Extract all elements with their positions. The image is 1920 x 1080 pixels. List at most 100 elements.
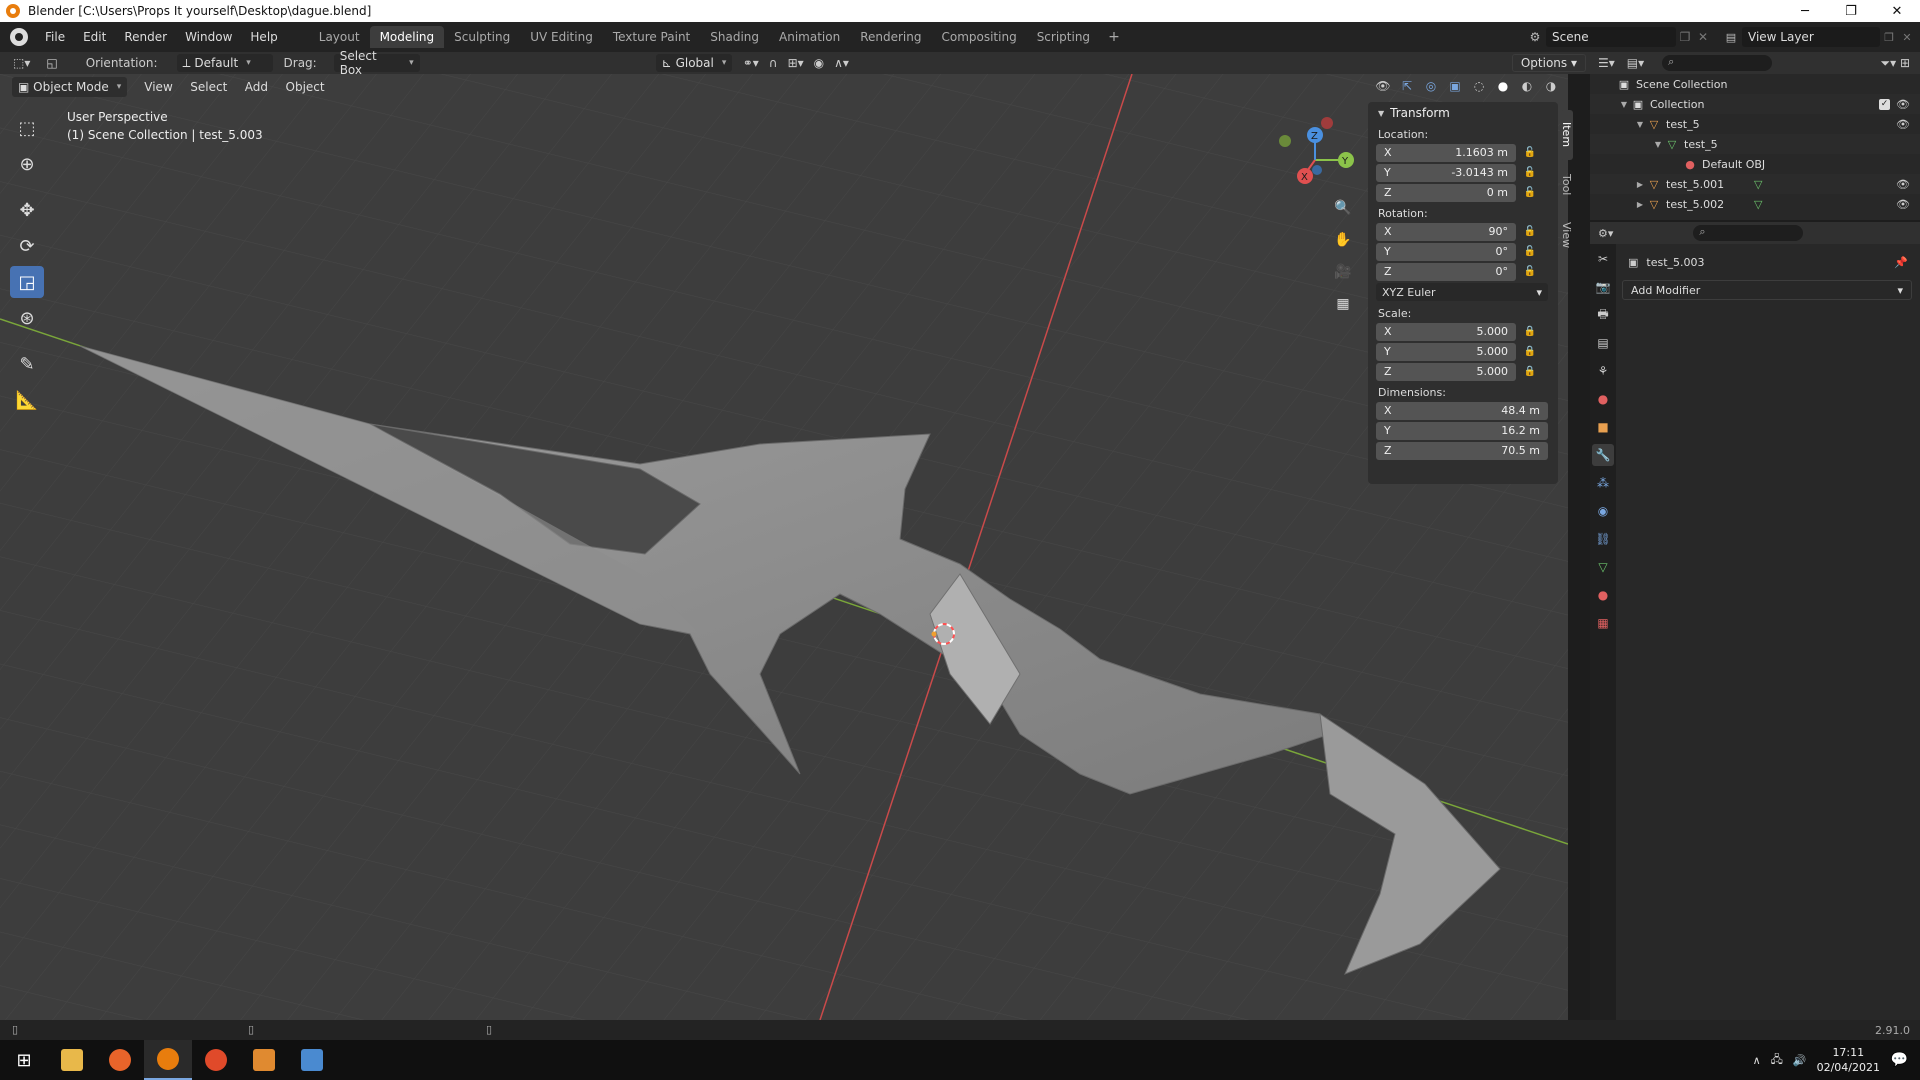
unlock-icon[interactable]: 🔓	[1516, 187, 1544, 198]
volume-icon[interactable]: 🔊	[1793, 1054, 1807, 1067]
tab-scripting[interactable]: Scripting	[1027, 26, 1100, 48]
pan-hand-icon[interactable]: ✋	[1330, 227, 1356, 253]
app-f-icon[interactable]	[240, 1040, 288, 1080]
proportional-edit-icon[interactable]: ◉	[809, 54, 829, 72]
gizmo-neg-x-icon[interactable]	[1321, 117, 1333, 129]
tab-texture-paint[interactable]: Texture Paint	[603, 26, 700, 48]
scene-remove-icon[interactable]: ✕	[1694, 30, 1712, 44]
select-box-tool-icon[interactable]: ⬚	[10, 112, 44, 144]
editor-type-icon[interactable]: ⚙▾	[1598, 227, 1613, 240]
scene-copy-icon[interactable]: ❐	[1676, 30, 1694, 44]
scene-selector[interactable]: ⚙ Scene ❐ ✕	[1524, 26, 1712, 48]
network-icon[interactable]: 🖧	[1771, 1051, 1783, 1070]
data-tab-icon[interactable]: ▽	[1592, 556, 1614, 578]
outliner-row-test5-002[interactable]: ▶ ▽ test_5.002 ▽ 👁	[1590, 194, 1920, 214]
notification-icon[interactable]: 💬	[1891, 1052, 1908, 1068]
scene-name-field[interactable]: Scene	[1546, 27, 1676, 47]
unlock-icon[interactable]: 🔓	[1516, 167, 1544, 178]
render-tab-icon[interactable]: 📷	[1592, 276, 1614, 298]
transform-orientation-dropdown[interactable]: ⊾ Global ▾	[655, 54, 732, 72]
particles-tab-icon[interactable]: ⁂	[1592, 472, 1614, 494]
physics-tab-icon[interactable]: ◉	[1592, 500, 1614, 522]
view-layer-remove-icon[interactable]: ✕	[1898, 31, 1916, 44]
tray-chevron-up-icon[interactable]: ∧	[1753, 1054, 1761, 1067]
unlock-icon[interactable]: 🔓	[1516, 246, 1544, 257]
lock-icon[interactable]: 🔒	[1516, 346, 1544, 357]
object-tab-icon[interactable]: ■	[1592, 416, 1614, 438]
restore-button[interactable]: ❐	[1828, 0, 1874, 22]
texture-tab-icon[interactable]: ▦	[1592, 612, 1614, 634]
pivot-point-icon[interactable]: ⚭▾	[738, 54, 764, 72]
outliner-row-scene-collection[interactable]: ▣ Scene Collection	[1590, 74, 1920, 94]
menu-edit[interactable]: Edit	[74, 30, 115, 44]
dimensions-z-field[interactable]: Z 70.5 m	[1376, 441, 1548, 460]
measure-tool-icon[interactable]: 📐	[10, 384, 44, 416]
exclude-checkbox[interactable]: ✓	[1879, 98, 1890, 110]
app-circle-icon[interactable]	[192, 1040, 240, 1080]
lock-icon[interactable]: 🔒	[1516, 326, 1544, 337]
scale-x-field[interactable]: X 5.000	[1376, 322, 1516, 341]
gizmo-neg-z-icon[interactable]	[1312, 165, 1322, 175]
tab-item[interactable]: Item	[1560, 110, 1573, 160]
outliner-row-material[interactable]: ● Default OBJ	[1590, 154, 1920, 174]
add-workspace-button[interactable]: +	[1100, 26, 1128, 48]
taskbar-clock[interactable]: 17:11 02/04/2021	[1817, 1045, 1880, 1075]
tab-layout[interactable]: Layout	[309, 26, 370, 48]
zoom-icon[interactable]: 🔍	[1330, 195, 1356, 221]
outliner-row-collection[interactable]: ▼ ▣ Collection ✓ 👁	[1590, 94, 1920, 114]
dimensions-x-field[interactable]: X 48.4 m	[1376, 401, 1548, 420]
output-tab-icon[interactable]: 🖶	[1592, 304, 1614, 326]
editor-type-icon[interactable]: ⬚▾	[8, 54, 35, 72]
rotation-x-field[interactable]: X 90°	[1376, 222, 1516, 241]
options-dropdown[interactable]: Options ▾	[1511, 54, 1586, 72]
visibility-eye-icon[interactable]: 👁	[1896, 178, 1910, 191]
annotate-tool-icon[interactable]: ✎	[10, 348, 44, 380]
visibility-eye-icon[interactable]: 👁	[1374, 77, 1392, 95]
tab-uv-editing[interactable]: UV Editing	[520, 26, 603, 48]
lock-icon[interactable]: 🔒	[1516, 366, 1544, 377]
cursor-tool-icon[interactable]: ⊕	[10, 148, 44, 180]
outliner-row-test5-mesh[interactable]: ▼ ▽ test_5	[1590, 134, 1920, 154]
transform-panel-header[interactable]: ▼ Transform	[1368, 102, 1558, 124]
outliner-row-test5[interactable]: ▼ ▽ test_5 👁	[1590, 114, 1920, 134]
start-windows-icon[interactable]: ⊞	[0, 1040, 48, 1080]
drag-dropdown[interactable]: Select Box ▾	[333, 49, 420, 77]
outliner-row-test5-001[interactable]: ▶ ▽ test_5.001 ▽ 👁	[1590, 174, 1920, 194]
expand-triangle-icon[interactable]: ▼	[1618, 100, 1630, 109]
add-modifier-dropdown[interactable]: Add Modifier ▾	[1622, 280, 1912, 300]
move-tool-icon[interactable]: ✥	[10, 194, 44, 226]
menu-file[interactable]: File	[36, 30, 74, 44]
expand-triangle-icon[interactable]: ▶	[1634, 180, 1646, 189]
expand-triangle-icon[interactable]: ▶	[1634, 200, 1646, 209]
tab-compositing[interactable]: Compositing	[931, 26, 1026, 48]
pin-icon[interactable]: 📌	[1894, 256, 1908, 269]
active-tool-icon[interactable]: ◱	[41, 54, 62, 72]
overlay-toggle-icon[interactable]: ◎	[1422, 77, 1440, 95]
modifier-wrench-icon[interactable]: 🔧	[1592, 444, 1614, 466]
blender-logo-icon[interactable]	[10, 28, 28, 46]
snap-magnet-icon[interactable]: ∩	[764, 54, 783, 72]
scene-tab-icon[interactable]: ⚘	[1592, 360, 1614, 382]
falloff-icon[interactable]: ∧▾	[829, 54, 854, 72]
rotation-y-field[interactable]: Y 0°	[1376, 242, 1516, 261]
orientation-dropdown[interactable]: ⟂ Default ▾	[176, 54, 273, 72]
menu-window[interactable]: Window	[176, 30, 241, 44]
expand-triangle-icon[interactable]: ▼	[1634, 120, 1646, 129]
visibility-eye-icon[interactable]: 👁	[1896, 198, 1910, 211]
firefox-icon[interactable]	[96, 1040, 144, 1080]
perspective-toggle-icon[interactable]: ▦	[1330, 291, 1356, 317]
scale-z-field[interactable]: Z 5.000	[1376, 362, 1516, 381]
visibility-eye-icon[interactable]: 👁	[1896, 118, 1910, 131]
scene-icon[interactable]: ⚙	[1524, 27, 1546, 47]
display-mode-icon[interactable]: ▤▾	[1627, 56, 1644, 70]
tab-view[interactable]: View	[1560, 210, 1573, 260]
app-image-icon[interactable]	[288, 1040, 336, 1080]
expand-triangle-icon[interactable]: ▼	[1652, 140, 1664, 149]
menu-select[interactable]: Select	[183, 80, 234, 94]
view-layer-icon[interactable]: ▤	[1720, 27, 1742, 47]
view-layer-selector[interactable]: ▤ View Layer ❐ ✕	[1720, 26, 1916, 48]
tab-animation[interactable]: Animation	[769, 26, 850, 48]
rotation-mode-dropdown[interactable]: XYZ Euler ▾	[1376, 283, 1548, 301]
rendered-shading-icon[interactable]: ◑	[1542, 77, 1560, 95]
blender-taskbar-icon[interactable]	[144, 1040, 192, 1080]
